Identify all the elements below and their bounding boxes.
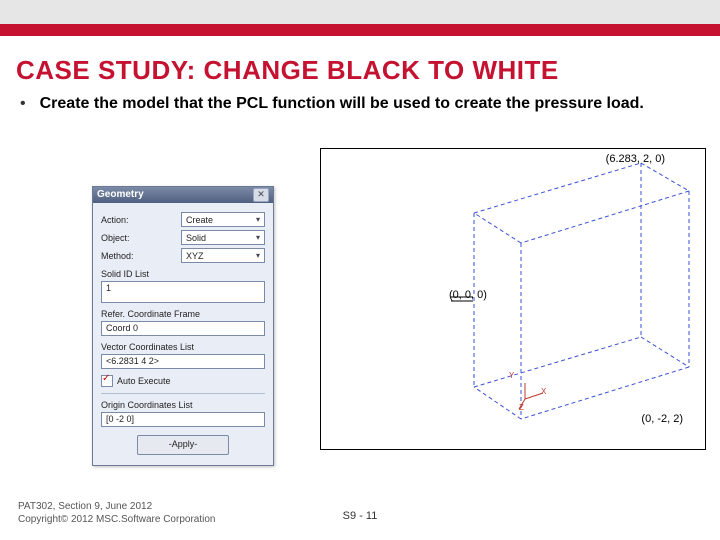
slide-accent-strip [0,24,720,36]
method-select[interactable]: XYZ [181,248,265,263]
auto-execute-checkbox[interactable]: Auto Execute [101,375,265,387]
object-label: Object: [101,233,130,243]
object-select[interactable]: Solid [181,230,265,245]
axis-triad: Y X Z [517,381,547,411]
slide-bullet: • Create the model that the PCL function… [20,94,704,114]
coord-label-top: (6.283, 2, 0) [606,153,665,165]
auto-execute-label: Auto Execute [117,376,171,386]
bullet-text: Create the model that the PCL function w… [40,94,644,114]
dialog-title: Geometry [97,187,144,203]
checkbox-icon [101,375,113,387]
action-select[interactable]: Create [181,212,265,227]
axis-y-label: Y [509,371,514,380]
footer-line1: PAT302, Section 9, June 2012 [18,500,215,513]
wireframe-svg [321,149,705,449]
bullet-dot: • [20,94,26,114]
coord-label-bottom: (0, -2, 2) [641,413,683,425]
solid-id-list[interactable]: 1 [101,281,265,303]
dialog-titlebar: Geometry ✕ [93,187,273,203]
slide-top-bar [0,0,720,24]
slide-title: CASE STUDY: CHANGE BLACK TO WHITE [16,55,559,86]
action-label: Action: [101,215,129,225]
axis-x-label: X [541,387,546,396]
vector-label: Vector Coordinates List [101,342,265,352]
coord-frame-label: Refer. Coordinate Frame [101,309,265,319]
footer-line2: Copyright© 2012 MSC.Software Corporation [18,513,215,526]
origin-label: Origin Coordinates List [101,400,265,410]
apply-button[interactable]: -Apply- [137,435,229,455]
solid-id-label: Solid ID List [101,269,265,279]
footer: PAT302, Section 9, June 2012 Copyright© … [18,500,215,526]
method-label: Method: [101,251,134,261]
model-view: (6.283, 2, 0) (0, 0, 0) (0, -2, 2) Y X Z [320,148,706,450]
vector-input[interactable]: <6.2831 4 2> [101,354,265,369]
page-number: S9 - 11 [343,510,378,522]
divider [101,393,265,394]
geometry-dialog: Geometry ✕ Action: Create Object: Solid … [92,186,274,466]
origin-input[interactable]: [0 -2 0] [101,412,265,427]
close-icon[interactable]: ✕ [253,188,269,202]
coord-label-origin: (0, 0, 0) [449,289,487,301]
coord-frame-input[interactable]: Coord 0 [101,321,265,336]
axis-z-label: Z [519,403,524,412]
